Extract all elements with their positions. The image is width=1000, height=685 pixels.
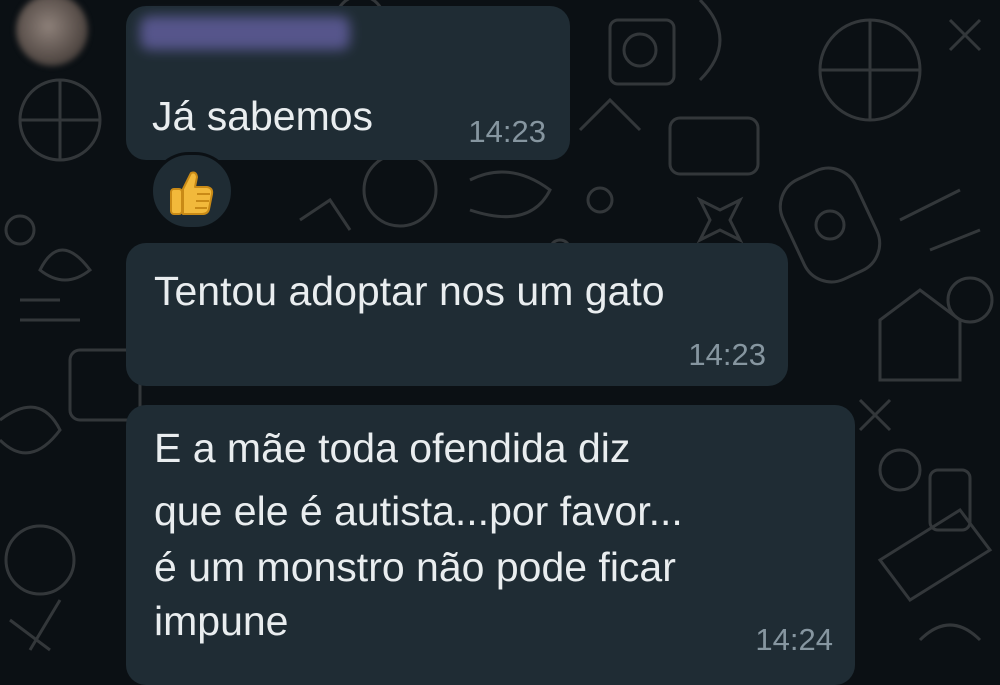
thumbs-up-icon	[170, 171, 214, 215]
message-text-line: que ele é autista...por favor...	[154, 488, 683, 534]
message-text-line: E a mãe toda ofendida diz	[154, 425, 631, 471]
sender-name	[140, 16, 350, 50]
message-bubble[interactable]: Tentou adoptar nos um gato 14:23	[126, 243, 788, 386]
message-time: 14:24	[755, 622, 833, 657]
message-text-line: impune	[154, 598, 289, 644]
message-text: Já sabemos	[152, 93, 374, 139]
message-time: 14:23	[688, 337, 766, 372]
message-text: Tentou adoptar nos um gato	[154, 268, 665, 314]
message-time: 14:23	[468, 114, 546, 149]
message-bubble[interactable]: Já sabemos 14:23	[126, 6, 570, 160]
message-text-line: é um monstro não pode ficar	[154, 544, 676, 590]
message-bubble[interactable]: E a mãe toda ofendida diz que ele é auti…	[126, 405, 855, 685]
reaction-badge[interactable]	[150, 152, 234, 230]
